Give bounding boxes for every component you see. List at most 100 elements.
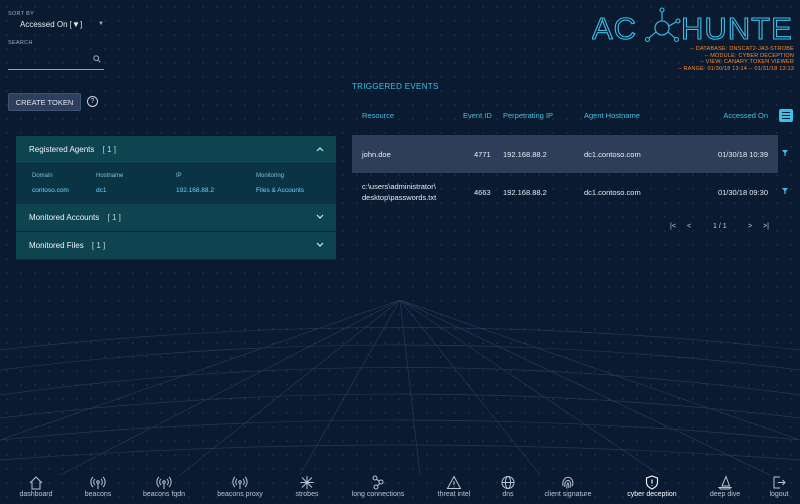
meta-database: -- DATABASE: DNSCAT2-JA3-STROBE	[690, 46, 794, 52]
warning-icon	[446, 475, 462, 489]
event-resource: c:\users\administrator\	[362, 182, 436, 191]
nav-label: beacons proxy	[217, 491, 263, 498]
event-resource: john.doe	[362, 150, 391, 159]
pager-first-button[interactable]: |<	[670, 223, 676, 230]
nav-label: cyber deception	[627, 491, 677, 498]
nav-label: logout	[769, 491, 789, 498]
meta-range: -- RANGE: 01/30/18 13:14 -- 01/31/18 13:…	[677, 65, 794, 72]
column-header-ip: IP	[176, 172, 182, 179]
nav-item-dns[interactable]: dns	[493, 474, 523, 504]
bottom-nav: dashboard beacons beacons fqdn beacons p…	[0, 474, 800, 504]
sail-icon	[717, 475, 733, 490]
pager-page-indicator: 1 / 1	[713, 223, 727, 230]
pager-next-button[interactable]: >	[748, 223, 752, 230]
ac-hunter-logo: AC HUNTER	[592, 7, 792, 47]
help-icon[interactable]: ?	[87, 96, 98, 107]
nav-label: dashboard	[19, 491, 53, 498]
sort-by-value: Accessed On [▼]	[20, 19, 83, 29]
table-row[interactable]: john.doe 4771 192.168.88.2 dc1.contoso.c…	[352, 135, 778, 173]
column-header-accessed-on[interactable]: Accessed On	[723, 111, 768, 120]
chevron-down-icon: ▼	[98, 21, 104, 27]
logo-text-right: HUNTER	[681, 11, 792, 46]
monitored-accounts-title: Monitored Accounts	[29, 213, 100, 222]
table-row[interactable]: contoso.com dc1 192.168.88.2 Files & Acc…	[16, 183, 336, 198]
burst-icon	[300, 476, 314, 489]
events-table-header: Resource Event ID Perpetrating IP Agent …	[352, 104, 778, 126]
pager-prev-button[interactable]: <	[687, 223, 691, 230]
column-header-hostname: Hostname	[96, 172, 124, 179]
filter-icon[interactable]	[782, 150, 788, 158]
meta-info: -- DATABASE: DNSCAT2-JA3-STROBE -- MODUL…	[678, 46, 794, 72]
column-header-event-id[interactable]: Event ID	[463, 111, 492, 120]
broadcast-icon	[90, 476, 106, 489]
column-settings-icon[interactable]	[779, 109, 793, 122]
search-icon[interactable]	[93, 55, 101, 65]
agents-panel: Registered Agents [ 1 ] Domain Hostname …	[16, 136, 336, 260]
nav-label: long connections	[351, 491, 405, 498]
monitored-accounts-header[interactable]: Monitored Accounts [ 1 ]	[16, 204, 336, 232]
logo-hub-icon	[644, 7, 681, 43]
broadcast-icon	[232, 476, 248, 489]
column-header-resource[interactable]: Resource	[362, 111, 394, 120]
logo-text-left: AC	[592, 11, 637, 46]
nav-label: beacons fqdn	[142, 491, 186, 498]
agent-ip: 192.168.88.2	[176, 187, 214, 194]
nav-item-cyber-deception[interactable]: cyber deception	[618, 474, 686, 504]
registered-agents-header[interactable]: Registered Agents [ 1 ]	[16, 136, 336, 164]
nav-label: client signature	[544, 491, 592, 498]
nav-item-long-connections[interactable]: long connections	[340, 474, 416, 504]
nav-item-client-signature[interactable]: client signature	[536, 474, 600, 504]
create-token-button[interactable]: CREATE TOKEN	[8, 93, 81, 111]
pager-last-button[interactable]: >|	[763, 223, 769, 230]
filter-icon[interactable]	[782, 188, 788, 196]
sort-by-select[interactable]: Accessed On [▼] ▼	[8, 18, 104, 30]
event-resource-line2: desktop\passwords.txt	[362, 193, 437, 202]
background-grid	[0, 300, 800, 475]
monitored-files-header[interactable]: Monitored Files [ 1 ]	[16, 232, 336, 260]
event-agent-hostname: dc1.contoso.com	[584, 150, 641, 159]
nav-item-strobes[interactable]: strobes	[287, 474, 327, 504]
agent-hostname: dc1	[96, 187, 107, 194]
search-field	[8, 53, 104, 71]
table-row[interactable]: c:\users\administrator\ desktop\password…	[352, 173, 778, 211]
logout-icon	[773, 476, 786, 489]
nav-item-beacons-fqdn[interactable]: beacons fqdn	[136, 474, 192, 504]
nav-label: strobes	[295, 491, 319, 498]
sort-by-label: SORT BY	[8, 11, 35, 17]
home-icon	[29, 476, 43, 490]
broadcast-icon	[156, 476, 172, 489]
nav-item-dashboard[interactable]: dashboard	[16, 474, 56, 504]
chevron-down-icon	[316, 241, 324, 250]
column-header-monitoring: Monitoring	[256, 172, 285, 179]
search-label: SEARCH	[8, 40, 33, 46]
agent-domain: contoso.com	[32, 187, 69, 194]
event-accessed-on: 01/30/18 09:30	[717, 188, 768, 197]
nav-item-beacons[interactable]: beacons	[78, 474, 118, 504]
event-perpetrating-ip: 192.168.88.2	[503, 188, 547, 197]
column-header-perpetrating-ip[interactable]: Perpetrating IP	[503, 111, 553, 120]
nav-item-threat-intel[interactable]: threat intel	[431, 474, 477, 504]
triggered-events-title: TRIGGERED EVENTS	[352, 82, 439, 91]
agent-monitoring: Files & Accounts	[256, 187, 305, 194]
column-header-agent-hostname[interactable]: Agent Hostname	[584, 111, 640, 120]
event-perpetrating-ip: 192.168.88.2	[503, 150, 547, 159]
search-input[interactable]	[8, 56, 92, 71]
nav-item-logout[interactable]: logout	[762, 474, 796, 504]
nodes-icon	[372, 475, 384, 490]
registered-agents-title: Registered Agents	[29, 145, 95, 154]
globe-icon	[501, 476, 515, 489]
event-agent-hostname: dc1.contoso.com	[584, 188, 641, 197]
nav-item-deep-dive[interactable]: deep dive	[703, 474, 747, 504]
monitored-files-title: Monitored Files	[29, 241, 84, 250]
nav-label: beacons	[84, 491, 112, 498]
chevron-down-icon	[316, 213, 324, 222]
registered-agents-table: Domain Hostname IP Monitoring contoso.co…	[16, 164, 336, 204]
nav-label: deep dive	[709, 491, 741, 498]
nav-item-beacons-proxy[interactable]: beacons proxy	[212, 474, 268, 504]
monitored-files-count: [ 1 ]	[91, 241, 106, 250]
fingerprint-icon	[562, 476, 574, 489]
event-accessed-on: 01/30/18 10:39	[717, 150, 768, 159]
shield-alert-icon	[645, 475, 659, 490]
monitored-accounts-count: [ 1 ]	[107, 213, 121, 222]
registered-agents-count: [ 1 ]	[102, 145, 116, 154]
